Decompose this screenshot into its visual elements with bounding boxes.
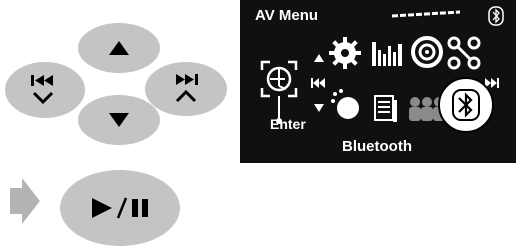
enter-label: Enter	[270, 116, 306, 132]
play-pause-icon	[92, 197, 148, 219]
mode-icon	[447, 36, 481, 70]
selected-item-label: Bluetooth	[342, 138, 412, 155]
skip-prev-down-icon	[31, 75, 54, 105]
screen-title: AV Menu	[255, 7, 319, 24]
sound-disc-icon	[411, 36, 443, 68]
status-dashes-icon	[391, 10, 461, 18]
av-menu-screen: AV Menu Enter Bluetooth	[240, 0, 516, 163]
dimmer-icon	[331, 89, 359, 119]
down-triangle-icon	[109, 113, 129, 127]
bluetooth-icon	[438, 77, 494, 133]
play-pause-button[interactable]	[60, 170, 180, 246]
menu-up-arrow-icon	[314, 54, 324, 62]
list-icon	[374, 95, 397, 122]
down-button[interactable]	[78, 95, 160, 145]
up-triangle-icon	[109, 41, 129, 55]
pointer-arrow-icon	[10, 178, 40, 224]
skip-next-up-icon	[175, 74, 198, 103]
equalizer-icon	[372, 42, 402, 66]
up-button[interactable]	[78, 23, 160, 73]
menu-prev-icon	[311, 78, 325, 88]
menu-down-arrow-icon	[314, 104, 324, 112]
settings-gear-icon	[329, 37, 361, 69]
bluetooth-status-icon	[488, 6, 504, 26]
prev-down-button[interactable]	[5, 62, 85, 118]
next-up-button[interactable]	[145, 62, 227, 116]
